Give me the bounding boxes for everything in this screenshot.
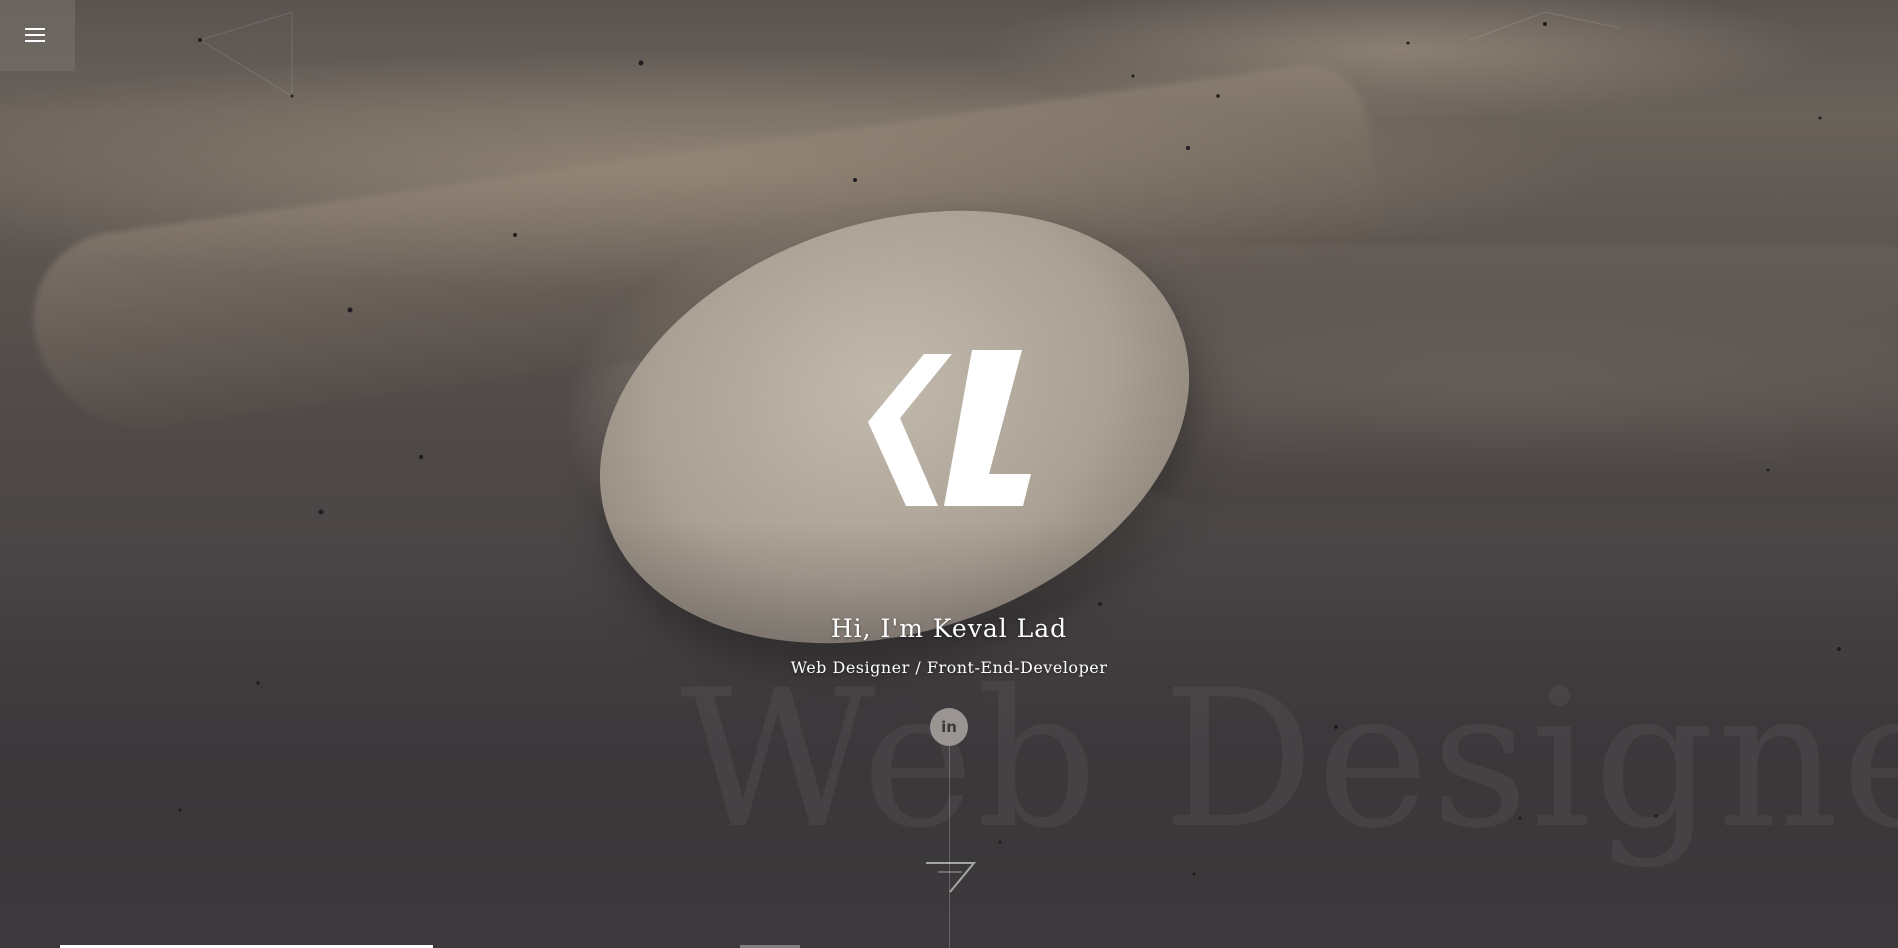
hero-title: Hi, I'm Keval Lad	[830, 614, 1068, 643]
scroll-guide-line	[949, 746, 950, 948]
scroll-down-arrow-icon[interactable]	[924, 860, 976, 896]
hero-section: Web Designer Hi, I'm Keval Lad Web Desig…	[0, 0, 1898, 948]
menu-button[interactable]	[0, 0, 75, 71]
background-word: Web Designer	[680, 649, 1898, 870]
hero-subtitle: Web Designer / Front-End-Developer	[790, 658, 1108, 677]
linkedin-icon: in	[941, 718, 957, 736]
kl-logo	[868, 350, 1031, 506]
linkedin-button[interactable]: in	[930, 708, 968, 746]
